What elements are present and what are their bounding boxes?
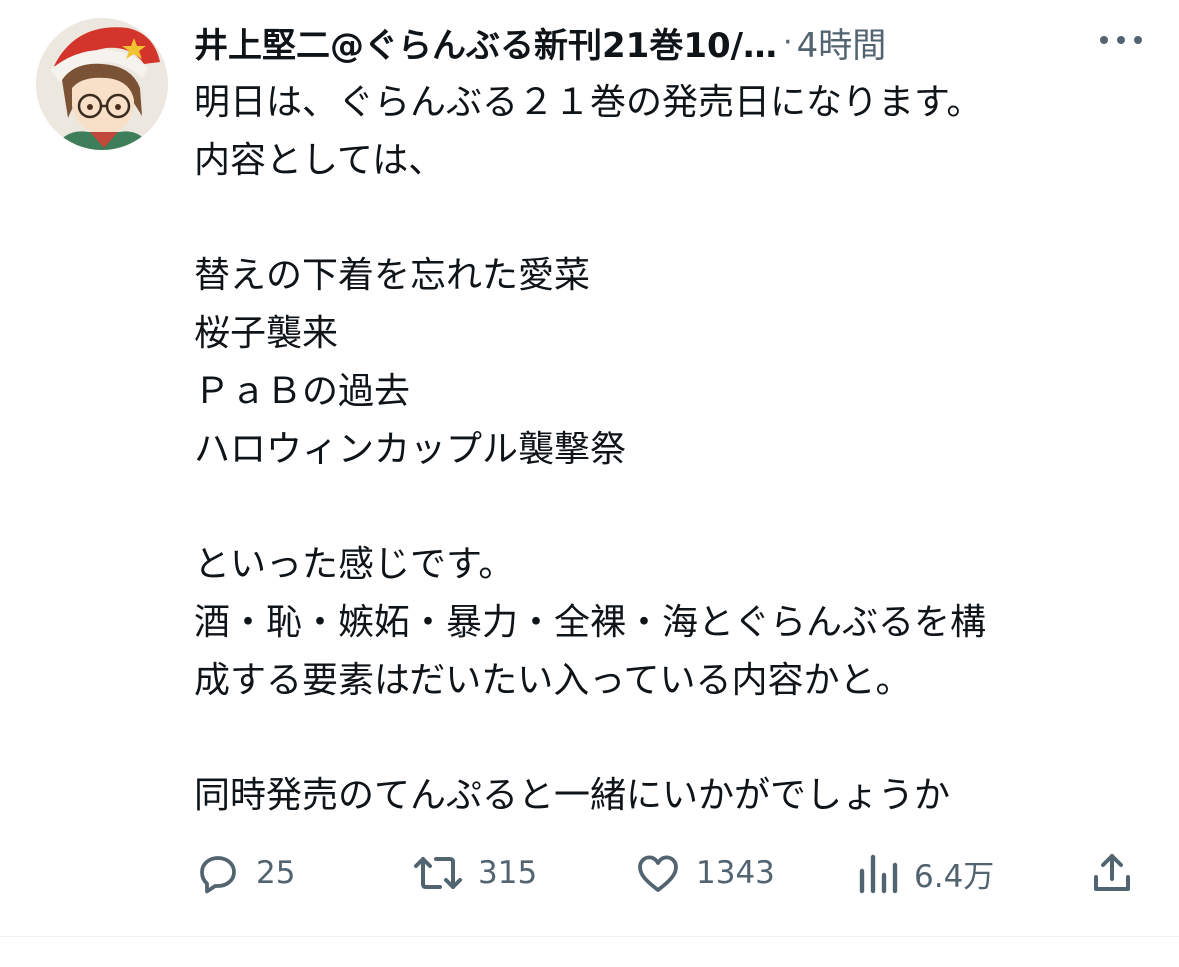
reply-icon [200, 856, 236, 894]
author-name[interactable]: 井上堅二@ぐらんぶる新刊21巻10/… [194, 18, 777, 67]
tweet-line: 替えの下着を忘れた愛菜 [194, 255, 591, 296]
tweet-line: ハロウィンカップル襲撃祭 [194, 429, 627, 470]
tweet-header: 井上堅二@ぐらんぶる新刊21巻10/… · 4時間 [194, 14, 1154, 70]
separator-dot: · [783, 24, 793, 60]
tweet-line: 明日は、ぐらんぶる２１巻の発売日になります。 [194, 82, 983, 123]
tweet-text: 明日は、ぐらんぶる２１巻の発売日になります。 内容としては、 替えの下着を忘れた… [194, 74, 1144, 825]
share-icon [1094, 854, 1130, 891]
like-button[interactable]: 1343 [634, 840, 775, 906]
timestamp[interactable]: 4時間 [797, 18, 887, 67]
tweet-line: ＰａＢの過去 [194, 371, 411, 412]
avatar[interactable] [36, 18, 168, 150]
heart-icon [638, 855, 678, 892]
divider [0, 936, 1179, 937]
tweet-line: 酒・恥・嫉妬・暴力・全裸・海とぐらんぶるを構 [194, 602, 987, 643]
repost-count: 315 [478, 855, 538, 891]
views-chart-icon [859, 854, 898, 894]
tweet-line: 同時発売のてんぷると一緒にいかがでしょうか [194, 775, 951, 816]
repost-icon [414, 857, 462, 889]
tweet-line: 成する要素はだいたい入っている内容かと。 [194, 660, 912, 701]
action-bar: 25 315 1343 6.4万 [190, 840, 1150, 906]
more-options-button[interactable] [1093, 14, 1149, 66]
reply-button[interactable]: 25 [194, 840, 295, 906]
views-count: 6.4万 [914, 858, 995, 895]
tweet-line: 内容としては、 [194, 140, 445, 181]
share-button[interactable] [1088, 840, 1136, 906]
reply-count: 25 [256, 855, 296, 891]
tweet-line: 桜子襲来 [194, 313, 339, 354]
more-options-icon [1100, 36, 1142, 44]
tweet-line: といった感じです。 [194, 544, 515, 585]
avatar-image [36, 18, 168, 150]
views-button[interactable]: 6.4万 [856, 840, 994, 906]
repost-button[interactable]: 315 [412, 840, 537, 906]
like-count: 1343 [696, 855, 775, 891]
